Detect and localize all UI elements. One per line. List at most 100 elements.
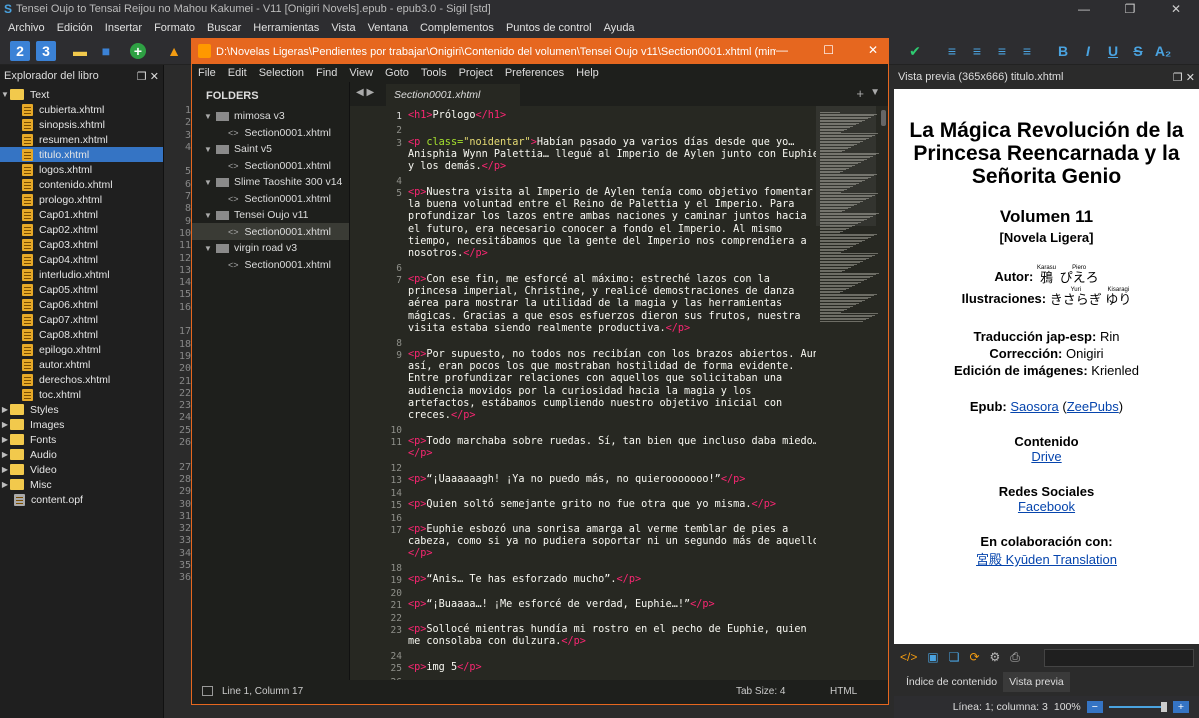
code-line[interactable]: <p>Euphie esbozó una sonrisa amarga al v… (408, 524, 788, 535)
new-tab-icon[interactable]: + (856, 86, 864, 101)
restore-icon[interactable]: ❐ (1107, 0, 1153, 18)
save-icon[interactable]: ■ (96, 41, 116, 61)
new-epub3-icon[interactable]: 3 (36, 41, 56, 61)
file-item[interactable]: Cap03.xhtml (0, 237, 163, 252)
code-line[interactable]: <p>img 5</p> (408, 662, 482, 673)
menu-edicion[interactable]: Edición (57, 22, 93, 34)
file-item[interactable]: epilogo.xhtml (0, 342, 163, 357)
minimap[interactable] (816, 106, 879, 680)
tab-indice-contenido[interactable]: Índice de contenido (900, 672, 1004, 692)
file-item[interactable]: Cap04.xhtml (0, 252, 163, 267)
menu-view[interactable]: View (349, 67, 373, 79)
file-item[interactable]: autor.xhtml (0, 357, 163, 372)
menu-edit[interactable]: Edit (228, 67, 247, 79)
sublime-maximize-icon[interactable]: ☐ (823, 43, 834, 57)
project-file[interactable]: <> Section0001.xhtml (192, 157, 349, 174)
code-line[interactable]: nosotros.</p> (408, 248, 488, 259)
underline-icon[interactable]: U (1103, 41, 1123, 61)
subscript-icon[interactable]: A₂ (1153, 41, 1173, 61)
code-line[interactable]: </p> (408, 448, 433, 459)
minimize-icon[interactable]: — (1061, 0, 1107, 18)
folder-item[interactable]: ▶ Video (0, 462, 163, 477)
folder-item[interactable]: ▶ Audio (0, 447, 163, 462)
tab-nav-arrows-icon[interactable]: ◀ ▶ (356, 87, 374, 98)
file-item[interactable]: prologo.xhtml (0, 192, 163, 207)
code-line[interactable]: profundizar los lazos entre ambas nacion… (408, 211, 807, 222)
zoom-slider[interactable] (1108, 702, 1167, 712)
menu-selection[interactable]: Selection (259, 67, 304, 79)
file-item[interactable]: Cap02.xhtml (0, 222, 163, 237)
code-line[interactable]: artefactos, estábamos cumpliendo nuestro… (408, 398, 782, 409)
code-line[interactable]: aérea para mostrar la utilidad de la mag… (408, 298, 782, 309)
facebook-link[interactable]: Facebook (1018, 499, 1075, 514)
select-icon[interactable]: ▣ (927, 650, 938, 665)
code-line[interactable]: y los demás.</p> (408, 161, 506, 172)
code-view-icon[interactable]: </> (900, 650, 917, 665)
status-tab-size[interactable]: Tab Size: 4 (736, 686, 785, 697)
file-item[interactable]: Cap07.xhtml (0, 312, 163, 327)
folder-text[interactable]: ▼ Text (0, 87, 163, 102)
code-line[interactable]: <p class="noidentar">Habían pasado ya va… (408, 137, 794, 148)
code-line[interactable]: <p>Nuestra visita al Imperio de Aylen te… (408, 187, 813, 198)
code-line[interactable]: me consolaba con dulzura.</p> (408, 636, 586, 647)
code-line[interactable]: tiempo, necesitábamos que la gente del I… (408, 236, 807, 247)
code-editor[interactable]: 1 2 3 4 5 6 7 8 9 10 11 12 13 14 15 16 17 18 19 20 21 22 23 24 2… (350, 106, 888, 680)
inspect-icon[interactable]: ⚙ (990, 650, 1001, 665)
file-item[interactable]: Cap01.xhtml (0, 207, 163, 222)
minimap-viewport[interactable] (816, 106, 876, 226)
project-file[interactable]: <> Section0001.xhtml (192, 124, 349, 141)
file-item[interactable]: Cap06.xhtml (0, 297, 163, 312)
file-item[interactable]: interludio.xhtml (0, 267, 163, 282)
print-icon[interactable]: ⎙ (1010, 650, 1020, 665)
menu-help[interactable]: Help (576, 67, 599, 79)
sidebar-toggle-icon[interactable] (202, 686, 213, 696)
vertical-scrollbar[interactable] (881, 110, 886, 126)
code-line[interactable]: </p> (408, 548, 433, 559)
align-left-icon[interactable]: ≡ (942, 41, 962, 61)
project-folder[interactable]: ▼ virgin road v3 (192, 240, 349, 256)
code-line[interactable]: <p>Todo marchaba sobre ruedas. Sí, tan b… (408, 436, 819, 447)
code-line[interactable]: <p>Con ese fin, me esforcé al máximo: es… (408, 274, 770, 285)
menu-archivo[interactable]: Archivo (8, 22, 45, 34)
project-file[interactable]: <> Section0001.xhtml (192, 190, 349, 207)
code-line[interactable]: así, eran pocos los que mostraban hostil… (408, 361, 794, 372)
panel-float-close-icon[interactable]: ❐ ✕ (137, 70, 159, 83)
sublime-minimize-icon[interactable]: — (776, 43, 788, 57)
menu-insertar[interactable]: Insertar (105, 22, 142, 34)
folder-item[interactable]: ▶ Styles (0, 402, 163, 417)
tab-vista-previa[interactable]: Vista previa (1003, 672, 1070, 692)
add-file-icon[interactable]: + (130, 43, 146, 59)
project-folder[interactable]: ▼ Slime Taoshite 300 v14 (192, 174, 349, 190)
refresh-icon[interactable]: ⟳ (969, 650, 979, 665)
align-center-icon[interactable]: ≡ (967, 41, 987, 61)
menu-ayuda[interactable]: Ayuda (604, 22, 635, 34)
saosora-link[interactable]: Saosora (1010, 399, 1058, 414)
menu-file[interactable]: File (198, 67, 216, 79)
file-item[interactable]: toc.xhtml (0, 387, 163, 402)
menu-project[interactable]: Project (459, 67, 493, 79)
code-line[interactable]: <p>Quien soltó semejante grito no fue ot… (408, 499, 776, 510)
drive-link[interactable]: Drive (1031, 449, 1061, 464)
spellcheck-icon[interactable]: ✔ (905, 41, 925, 61)
code-line[interactable]: el futuro, era necesario conocer a fondo… (408, 224, 782, 235)
code-line[interactable]: Anisphia Wynn Palettia… llegué al Imperi… (408, 149, 819, 160)
status-syntax[interactable]: HTML (830, 686, 857, 697)
menu-puntos-de-control[interactable]: Puntos de control (506, 22, 592, 34)
up-arrow-icon[interactable]: ▲ (164, 41, 184, 61)
project-folder[interactable]: ▼ Saint v5 (192, 141, 349, 157)
code-line[interactable]: <h1>Prólogo</h1> (408, 110, 506, 121)
file-item[interactable]: Cap05.xhtml (0, 282, 163, 297)
sublime-close-icon[interactable]: ✕ (868, 43, 878, 57)
code-line[interactable]: audiencia movidos por la curiosidad haci… (408, 386, 751, 397)
code-line[interactable]: cabeza, como si ya no pudiera soportar n… (408, 536, 825, 547)
file-item[interactable]: contenido.xhtml (0, 177, 163, 192)
preview-search-input[interactable] (1044, 649, 1194, 667)
kyuden-link[interactable]: 宮殿 Kyūden Translation (976, 552, 1117, 567)
menu-preferences[interactable]: Preferences (505, 67, 564, 79)
menu-tools[interactable]: Tools (421, 67, 447, 79)
menu-ventana[interactable]: Ventana (368, 22, 408, 34)
menu-goto[interactable]: Goto (385, 67, 409, 79)
strikethrough-icon[interactable]: S (1128, 41, 1148, 61)
file-item[interactable]: titulo.xhtml (0, 147, 163, 162)
code-line[interactable]: <p>Por supuesto, no todos nos recibían c… (408, 349, 819, 360)
